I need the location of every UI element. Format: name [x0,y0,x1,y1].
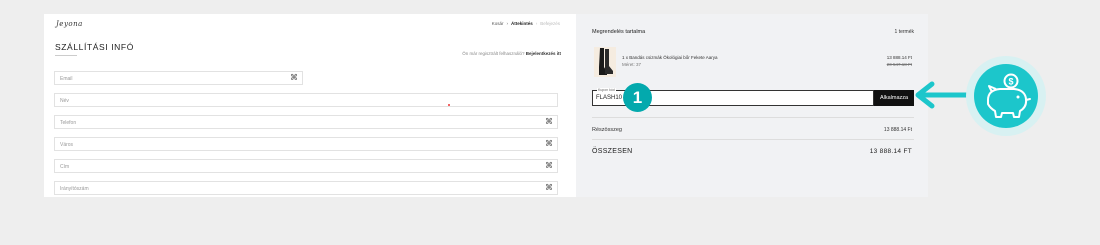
breadcrumb-finish: Befejezés [540,21,560,26]
address-field[interactable]: Cím ⌘ [54,159,558,173]
product-name: 1 x Bandás csizmák Ökológiai bőr Fekete … [622,55,718,60]
coupon-value: FLASH10 [596,95,623,101]
subtotal-label: Részösszeg [592,127,622,133]
address-placeholder: Cím [60,164,70,170]
piggy-bank-icon: $ [974,64,1038,128]
product-size: Méret: 37 [622,62,642,67]
page-title: SZÁLLÍTÁSI INFÓ [55,42,134,52]
name-field[interactable]: Név [54,93,558,107]
cursor-dot [448,104,450,106]
autofill-icon[interactable]: ⌘ [545,162,553,170]
phone-placeholder: Telefon [60,120,77,126]
chevron-right-icon: › [506,21,508,26]
breadcrumb-overview: Áttekintés [510,21,533,26]
email-field[interactable]: Email ⌘ [54,71,303,85]
login-prompt-text: Ön már regisztrált felhasználó? [462,51,525,56]
zip-field[interactable]: Irányítószám ⌘ [54,181,558,195]
step-number-badge: 1 [623,83,652,112]
phone-field[interactable]: Telefon ⌘ [54,115,558,129]
chevron-right-icon: › [535,21,538,26]
login-prompt: Ön már regisztrált felhasználó? Bejelent… [462,51,561,56]
name-placeholder: Név [60,98,69,104]
brand-logo[interactable]: Jeyona [56,20,83,28]
breadcrumb-cart[interactable]: Kosár [492,21,504,26]
coin-symbol: $ [1008,77,1013,87]
product-old-price: 20 547.18 Ft [886,62,912,67]
total-value: 13 888.14 FT [869,148,912,155]
checkout-screen: Jeyona Kosár › Áttekintés › Befejezés SZÁLLÍ… [44,14,928,197]
coupon-label: Kupon kód [597,88,616,92]
order-title: Megrendelés tartalma [592,29,646,35]
item-count: 1 termék [894,29,914,35]
login-link[interactable]: Bejelentkezés itt [526,51,561,56]
city-placeholder: Város [60,142,74,148]
autofill-icon[interactable]: ⌘ [545,140,553,148]
total-label: ÖSSZESEN [592,148,633,155]
product-image[interactable] [594,47,616,77]
zip-placeholder: Irányítószám [60,186,89,192]
divider [592,117,914,118]
shipping-panel: Jeyona Kosár › Áttekintés › Befejezés SZÁLLÍ… [44,14,576,197]
boots-icon [599,48,613,75]
divider [592,139,914,140]
subtotal-value: 13 888.14 Ft [883,127,912,133]
autofill-icon[interactable]: ⌘ [290,74,298,82]
product-price: 13 888.14 Ft [886,55,912,60]
autofill-icon[interactable]: ⌘ [545,184,553,192]
apply-coupon-button[interactable]: Alkalmazza [874,90,914,106]
city-field[interactable]: Város ⌘ [54,137,558,151]
breadcrumb: Kosár › Áttekintés › Befejezés [492,21,560,26]
autofill-icon[interactable]: ⌘ [545,118,553,126]
email-placeholder: Email [60,76,73,82]
title-underline [55,55,77,56]
